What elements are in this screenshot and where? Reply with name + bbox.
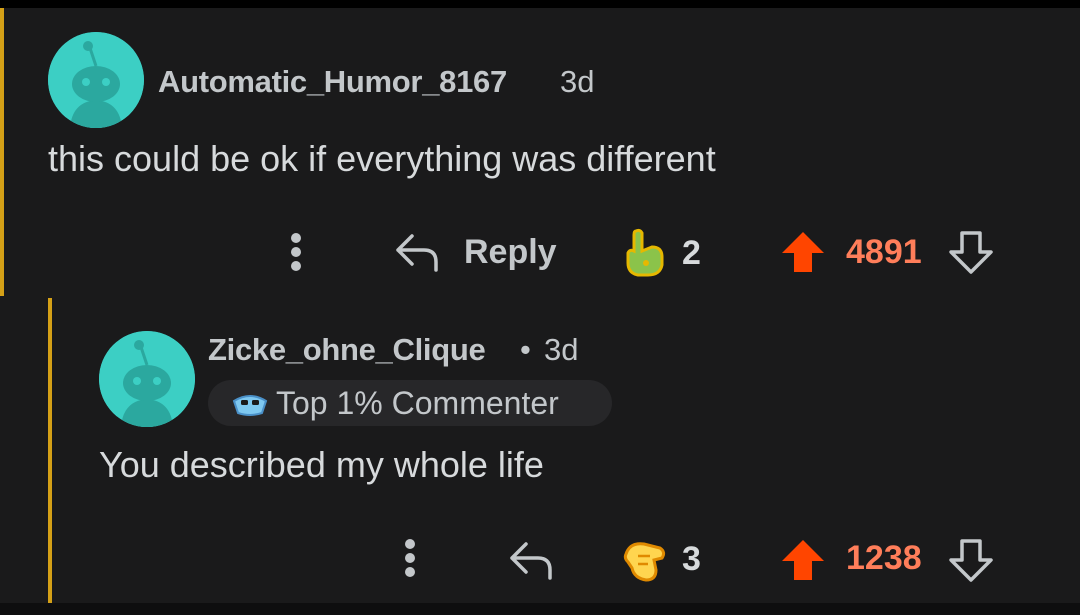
reply-button[interactable]: Reply [394,228,557,276]
comment-body: this could be ok if everything was diffe… [48,138,716,179]
reply-arrow-icon [510,542,552,580]
award-count: 3 [682,539,701,578]
snoo-avatar-icon [48,32,144,128]
shrug-hand-award-icon [623,542,666,582]
username[interactable]: Automatic_Humor_8167 [158,64,507,100]
award-button[interactable]: 2 [622,226,701,280]
bottom-edge [0,603,1080,615]
comment-age: 3d [560,64,595,99]
more-options-button[interactable] [398,536,422,580]
flair-text: Top 1% Commenter [276,384,559,421]
award-button[interactable]: 3 [620,532,701,586]
avatar[interactable] [48,32,144,128]
comment-1: Automatic_Humor_8167 3d this could be ok… [0,0,1080,300]
upvote-arrow-icon [782,540,824,580]
reply-label: Reply [464,232,557,271]
upvote-arrow-icon [782,232,824,272]
commenter-badge-icon [232,395,268,416]
comment-body: You described my whole life [99,444,544,485]
pointing-hand-award-icon [626,228,664,277]
user-flair-badge[interactable]: Top 1% Commenter [208,380,612,426]
comment-age: 3d [544,332,579,367]
award-count: 2 [682,233,701,272]
username[interactable]: Zicke_ohne_Clique [208,332,486,368]
reply-button[interactable] [508,536,554,584]
downvote-arrow-icon [949,539,993,582]
vertical-dots-icon [405,539,415,577]
upvote-button[interactable] [780,228,846,276]
reply-arrow-icon [396,234,438,272]
avatar[interactable] [99,331,195,427]
downvote-arrow-icon [949,231,993,274]
vertical-dots-icon [291,233,301,271]
upvote-button[interactable] [780,536,826,584]
vote-count: 4891 [846,233,922,271]
vote-count: 1238 [846,539,922,577]
meta-separator: • [520,332,531,367]
more-options-button[interactable] [284,230,308,274]
downvote-button[interactable] [948,536,994,584]
snoo-avatar-icon [99,331,195,427]
downvote-button[interactable] [948,228,994,276]
comment-2: Zicke_ohne_Clique • 3d Top 1% Commenter … [0,300,1080,603]
